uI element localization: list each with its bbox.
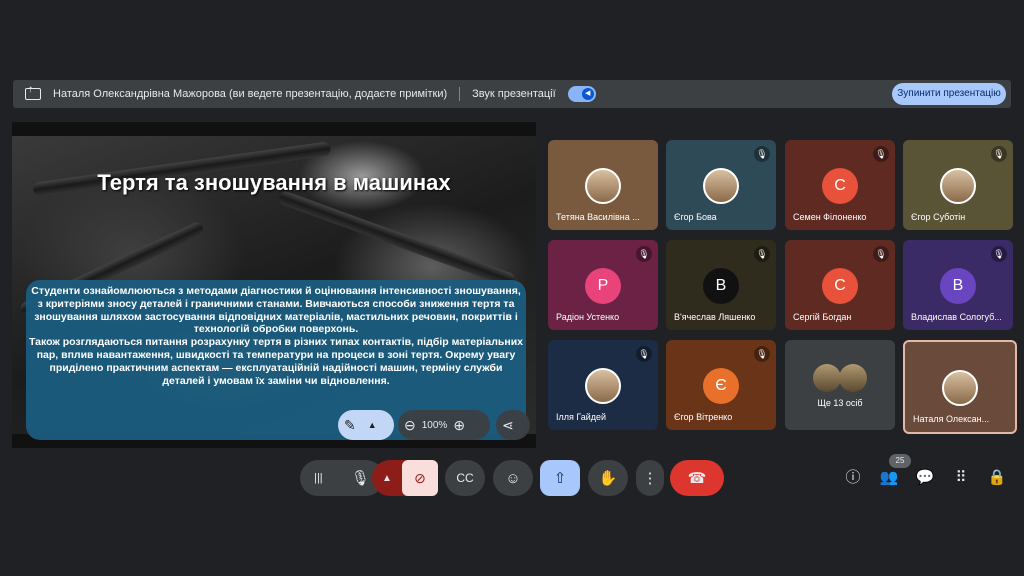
participant-tile[interactable]: В 🎙 Владислав Сологуб... xyxy=(903,240,1013,330)
presentation-slide: Тертя та зношування в машинах Студенти о… xyxy=(12,122,536,448)
chevron-up-icon: ▲ xyxy=(382,472,392,484)
participant-tile[interactable]: С 🎙 Семен Філоненко xyxy=(785,140,895,230)
zoom-in-icon[interactable]: ⊕ xyxy=(453,417,465,434)
annotate-button[interactable]: ✎ ▲ xyxy=(338,410,394,440)
participant-tile[interactable]: 🎙 Єгор Суботін xyxy=(903,140,1013,230)
participant-name: Єгор Бова xyxy=(674,212,717,222)
mic-off-icon: 🎙 xyxy=(991,246,1007,262)
camera-control[interactable]: ▲ ⊘ xyxy=(372,460,438,496)
mic-off-icon: 🎙 xyxy=(754,246,770,262)
share-button[interactable]: ⋖ xyxy=(496,410,530,440)
zoom-out-icon[interactable]: ⊖ xyxy=(404,417,416,434)
info-icon[interactable]: ⓘ xyxy=(843,468,863,488)
raise-hand-icon: ✋ xyxy=(598,470,618,487)
mic-off-icon: 🎙 xyxy=(991,146,1007,162)
participant-tile[interactable]: 🎙 Ілля Гайдей xyxy=(548,340,658,430)
zoom-level: 100% xyxy=(421,419,448,431)
more-options-icon: ⋮ xyxy=(642,470,658,487)
stop-presenting-button[interactable]: Зупинити презентацію xyxy=(892,83,1006,105)
camera-off-icon: ⊘ xyxy=(402,460,438,496)
participant-name: Наталя Олексан... xyxy=(913,414,990,424)
pen-icon: ✎ xyxy=(344,416,356,433)
avatar: В xyxy=(703,268,739,304)
avatar: С xyxy=(822,168,858,204)
divider xyxy=(459,87,461,101)
zoom-controls: ⊖ 100% ⊕ xyxy=(398,410,490,440)
presenter-title: Наталя Олександрівна Мажорова (ви ведете… xyxy=(53,88,448,100)
activities-icon[interactable]: ⠿ xyxy=(951,468,971,488)
chevron-up-icon: ▲ xyxy=(367,420,377,430)
emoji-button[interactable]: ☺ xyxy=(493,460,533,496)
volume-icon: ◀ xyxy=(581,88,594,100)
slide-title: Тертя та зношування в машинах xyxy=(97,170,451,195)
avatar xyxy=(839,364,867,392)
participant-name: Ілля Гайдей xyxy=(556,412,607,422)
mic-off-icon: 🎙 xyxy=(636,346,652,362)
avatar xyxy=(813,364,841,392)
people-icon[interactable]: 👥 xyxy=(879,468,899,488)
presentation-bar: Наталя Олександрівна Мажорова (ви ведете… xyxy=(13,80,1011,108)
avatar xyxy=(703,168,739,204)
avatar xyxy=(585,168,621,204)
present-now-icon: ⇧ xyxy=(553,470,567,487)
audio-levels-icon: ||| xyxy=(314,472,323,484)
avatar: Р xyxy=(585,268,621,304)
host-controls-icon[interactable]: 🔒 xyxy=(987,468,1007,488)
raise-hand-button[interactable]: ✋ xyxy=(588,460,628,496)
mic-icon: 🎙 xyxy=(350,470,370,487)
mic-off-icon: 🎙 xyxy=(873,146,889,162)
mic-off-icon: 🎙 xyxy=(636,246,652,262)
participant-tile[interactable]: 🎙 Єгор Бова xyxy=(666,140,776,230)
participants-count-badge: 25 xyxy=(889,454,911,468)
participant-tile[interactable]: Тетяна Василівна ... xyxy=(548,140,658,230)
chat-icon[interactable]: 💬 xyxy=(915,468,935,488)
leave-call-button[interactable]: ☎ xyxy=(670,460,724,496)
emoji-icon: ☺ xyxy=(505,469,521,487)
participant-name: Владислав Сологуб... xyxy=(911,312,1002,322)
avatar xyxy=(585,368,621,404)
participant-tile[interactable]: В 🎙 В'ячеслав Ляшенко xyxy=(666,240,776,330)
avatar xyxy=(942,370,978,406)
participant-name: Сергій Богдан xyxy=(793,312,852,322)
slide-description: Студенти ознайомлюються з методами діагн… xyxy=(28,285,524,387)
participant-tile[interactable]: Є 🎙 Єгор Вітренко xyxy=(666,340,776,430)
call-controls: ||| 🎙 ▲ ⊘ CC ☺ ⇧ ✋ ⋮ ☎ ⓘ 👥 💬 ⠿ 🔒 xyxy=(0,460,1024,496)
share-icon: ⋖ xyxy=(502,416,514,433)
participant-name: Семен Філоненко xyxy=(793,212,867,222)
participant-name: Радіон Устенко xyxy=(556,312,620,322)
avatar: В xyxy=(940,268,976,304)
mic-off-icon: 🎙 xyxy=(754,146,770,162)
present-icon xyxy=(25,84,41,100)
mic-off-icon: 🎙 xyxy=(873,246,889,262)
presentation-sound-label: Звук презентації xyxy=(472,88,556,100)
participant-name: Єгор Суботін xyxy=(911,212,966,222)
avatar: Є xyxy=(703,368,739,404)
end-call-icon: ☎ xyxy=(687,470,707,487)
participant-tile[interactable]: Наталя Олексан... xyxy=(903,340,1017,434)
presentation-sound-toggle[interactable]: ◀ xyxy=(567,86,596,102)
participant-name: Тетяна Василівна ... xyxy=(556,212,640,222)
captions-icon: CC xyxy=(456,471,474,485)
participant-tile[interactable]: С 🎙 Сергій Богдан xyxy=(785,240,895,330)
present-now-button[interactable]: ⇧ xyxy=(540,460,580,496)
participant-name: В'ячеслав Ляшенко xyxy=(674,312,756,322)
captions-button[interactable]: CC xyxy=(445,460,485,496)
avatar xyxy=(940,168,976,204)
more-options-button[interactable]: ⋮ xyxy=(636,460,664,496)
participant-tile[interactable]: Ще 13 осіб xyxy=(785,340,895,430)
participant-name: Єгор Вітренко xyxy=(674,412,733,422)
mic-off-icon: 🎙 xyxy=(754,346,770,362)
participant-name: Ще 13 осіб xyxy=(817,398,863,408)
participant-tile[interactable]: Р 🎙 Радіон Устенко xyxy=(548,240,658,330)
avatar: С xyxy=(822,268,858,304)
